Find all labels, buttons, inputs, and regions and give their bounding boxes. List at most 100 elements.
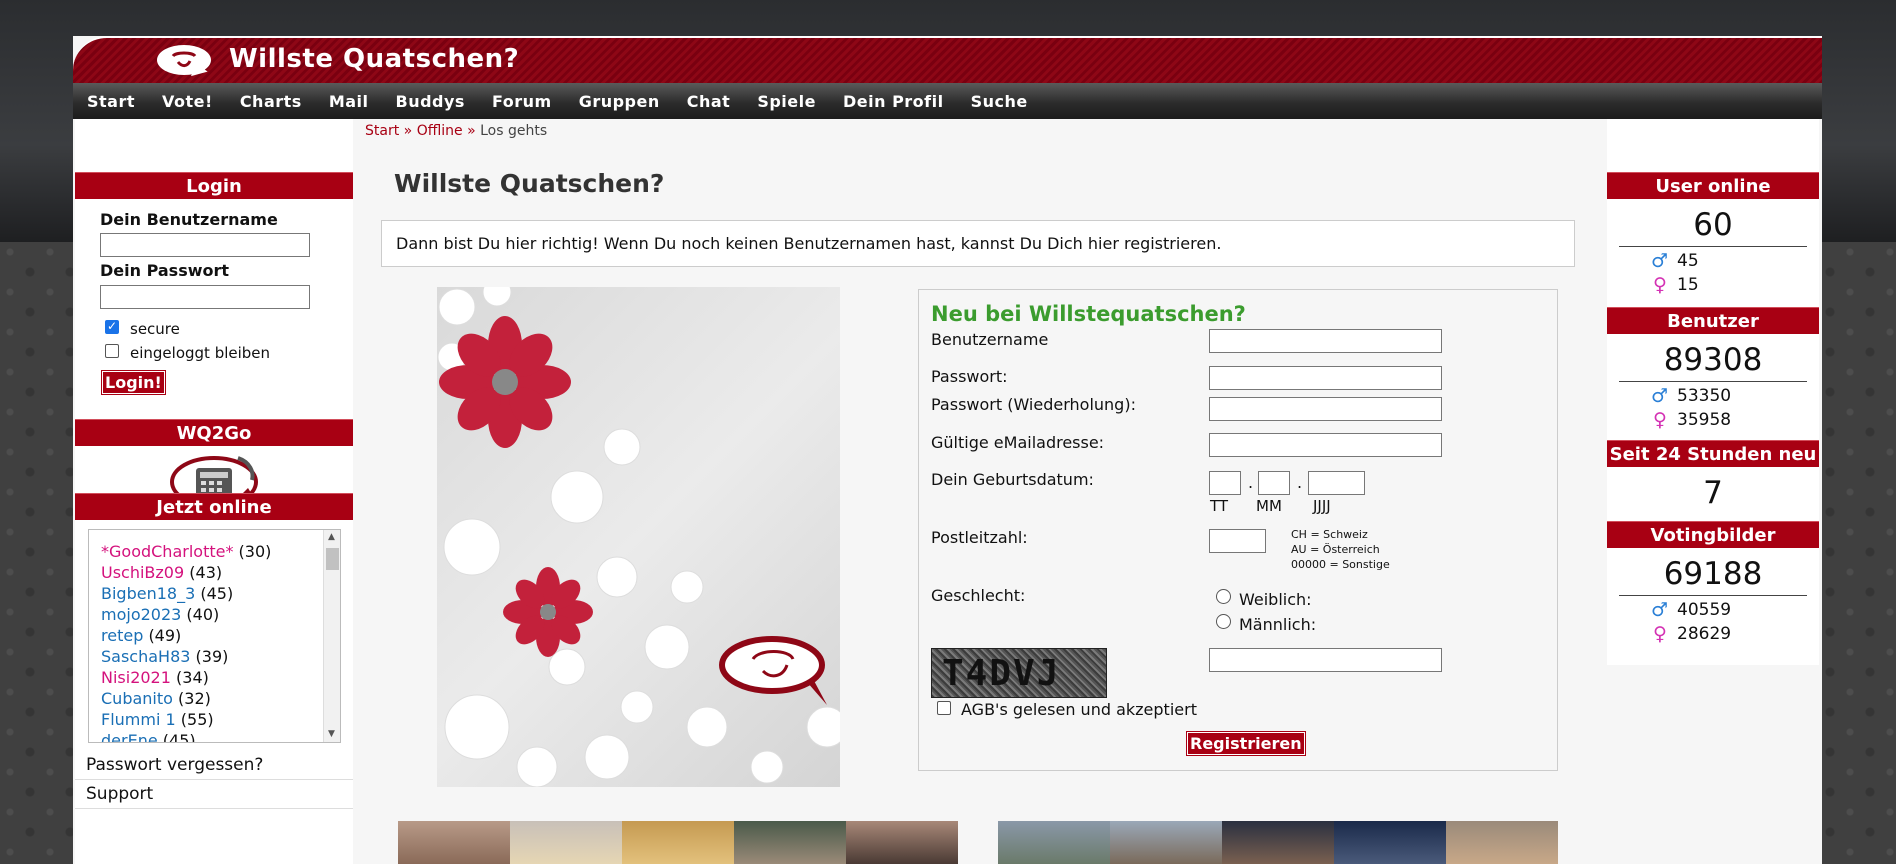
page-title: Willste Quatschen? <box>394 169 665 198</box>
intro-text: Dann bist Du hier richtig! Wenn Du noch … <box>381 220 1575 267</box>
list-item[interactable]: Cubanito (32) <box>101 689 211 708</box>
site-title[interactable]: Willste Quatschen? <box>229 44 519 74</box>
stats-voting-male-row: ♂ 40559 <box>1607 598 1819 622</box>
stay-logged-in-checkbox[interactable] <box>105 344 119 358</box>
nav-buddys[interactable]: Buddys <box>396 92 465 111</box>
agb-checkbox[interactable] <box>937 701 951 715</box>
member-photo[interactable] <box>622 821 734 864</box>
list-item[interactable]: *GoodCharlotte* (30) <box>101 542 271 561</box>
stats-online-female: 15 <box>1677 275 1699 295</box>
register-button[interactable]: Registrieren <box>1186 731 1306 756</box>
reg-birthdate-label: Dein Geburtsdatum: <box>931 470 1094 489</box>
list-item[interactable]: Flummi 1 (55) <box>101 710 214 729</box>
member-photo[interactable] <box>398 821 510 864</box>
captcha-input[interactable] <box>1209 648 1442 672</box>
nav-start[interactable]: Start <box>87 92 135 111</box>
male-symbol-icon: ♂ <box>1651 250 1669 272</box>
scroll-down-icon[interactable]: ▼ <box>328 729 335 739</box>
gender-male-radio[interactable] <box>1216 614 1231 629</box>
captcha-image: T4DVJ <box>931 648 1107 698</box>
stats-users-title: Benutzer <box>1607 307 1819 334</box>
scrollbar-thumb[interactable] <box>326 548 339 570</box>
breadcrumb: Start » Offline » Los gehts <box>365 123 547 139</box>
stats-new24-title: Seit 24 Stunden neu <box>1607 440 1819 467</box>
list-item[interactable]: derEne (45) <box>101 731 196 743</box>
wq2go-header-wrap: WQ2Go <box>75 419 353 446</box>
year-hint: JJJJ <box>1313 497 1331 515</box>
login-button[interactable]: Login! <box>101 370 166 395</box>
nav-forum[interactable]: Forum <box>492 92 552 111</box>
online-user-name[interactable]: Bigben18_3 <box>101 584 195 603</box>
zip-hint-ch: CH = Schweiz <box>1291 528 1368 541</box>
breadcrumb-current: Los gehts <box>480 123 548 139</box>
online-user-count: (39) <box>195 647 229 666</box>
gender-female-radio[interactable] <box>1216 589 1231 604</box>
reg-password-repeat-input[interactable] <box>1209 397 1442 421</box>
member-photo[interactable] <box>998 821 1110 864</box>
online-list-scrollbar[interactable]: ▲ ▼ <box>323 530 340 742</box>
list-item[interactable]: Nisi2021 (34) <box>101 668 209 687</box>
birth-day-input[interactable] <box>1209 471 1241 495</box>
list-item[interactable]: SaschaH83 (39) <box>101 647 228 666</box>
reg-password-input[interactable] <box>1209 366 1442 390</box>
scroll-up-icon[interactable]: ▲ <box>328 532 335 542</box>
secure-checkbox[interactable] <box>105 319 119 334</box>
nav-charts[interactable]: Charts <box>240 92 302 111</box>
member-photo[interactable] <box>510 821 622 864</box>
nav-dein-profil[interactable]: Dein Profil <box>843 92 944 111</box>
nav-spiele[interactable]: Spiele <box>757 92 816 111</box>
online-user-name[interactable]: Cubanito <box>101 689 173 708</box>
member-photo[interactable] <box>734 821 846 864</box>
list-item[interactable]: Bigben18_3 (45) <box>101 584 233 603</box>
reg-password-label: Passwort: <box>931 367 1008 386</box>
reg-username-input[interactable] <box>1209 329 1442 353</box>
list-item[interactable]: mojo2023 (40) <box>101 605 219 624</box>
speech-bubble-logo-icon[interactable] <box>157 45 211 75</box>
online-user-name[interactable]: *GoodCharlotte* <box>101 542 233 561</box>
nav-gruppen[interactable]: Gruppen <box>579 92 660 111</box>
online-user-name[interactable]: UschiBz09 <box>101 563 184 582</box>
online-user-name[interactable]: mojo2023 <box>101 605 181 624</box>
support-link[interactable]: Support <box>75 780 353 809</box>
online-user-name[interactable]: Nisi2021 <box>101 668 171 687</box>
breadcrumb-start[interactable]: Start <box>365 123 399 139</box>
birth-year-input[interactable] <box>1308 471 1365 495</box>
member-photo[interactable] <box>1110 821 1222 864</box>
nav-mail[interactable]: Mail <box>329 92 369 111</box>
stats-online-total: 60 <box>1619 199 1807 247</box>
breadcrumb-separator: » <box>403 123 413 139</box>
nav-vote[interactable]: Vote! <box>162 92 213 111</box>
reg-gender-label: Geschlecht: <box>931 586 1026 605</box>
reg-email-input[interactable] <box>1209 433 1442 457</box>
nav-suche[interactable]: Suche <box>971 92 1028 111</box>
secure-label: secure <box>130 320 180 338</box>
breadcrumb-offline[interactable]: Offline <box>417 123 463 139</box>
online-user-count: (34) <box>176 668 209 687</box>
list-item[interactable]: retep (49) <box>101 626 181 645</box>
member-photo[interactable] <box>1446 821 1558 864</box>
online-user-count: (45) <box>162 731 196 743</box>
member-photo[interactable] <box>846 821 958 864</box>
forgot-password-link[interactable]: Passwort vergessen? <box>75 751 353 780</box>
left-sidebar: Login Dein Benutzername Dein Passwort se… <box>75 119 353 864</box>
list-item[interactable]: UschiBz09 (43) <box>101 563 222 582</box>
birth-month-input[interactable] <box>1258 471 1290 495</box>
member-photo[interactable] <box>1222 821 1334 864</box>
stats-online-female-row: ♀ 15 <box>1607 273 1819 297</box>
nav-chat[interactable]: Chat <box>687 92 731 111</box>
password-input[interactable] <box>100 285 310 309</box>
online-user-name[interactable]: retep <box>101 626 143 645</box>
username-input[interactable] <box>100 233 310 257</box>
online-user-name[interactable]: derEne <box>101 731 158 742</box>
stats-users-male-row: ♂ 53350 <box>1607 384 1819 408</box>
online-user-count: (49) <box>148 626 182 645</box>
member-photo[interactable] <box>1334 821 1446 864</box>
online-user-name[interactable]: Flummi 1 <box>101 710 176 729</box>
online-user-name[interactable]: SaschaH83 <box>101 647 190 666</box>
stats-new24-box: Seit 24 Stunden neu 7 <box>1607 440 1819 515</box>
reg-zip-input[interactable] <box>1209 529 1266 553</box>
online-users-list[interactable]: *GoodCharlotte* (30) UschiBz09 (43) Bigb… <box>88 529 341 743</box>
stats-users-female: 35958 <box>1677 410 1732 430</box>
reg-password-repeat-label: Passwort (Wiederholung): <box>931 395 1136 414</box>
month-hint: MM <box>1256 497 1282 515</box>
